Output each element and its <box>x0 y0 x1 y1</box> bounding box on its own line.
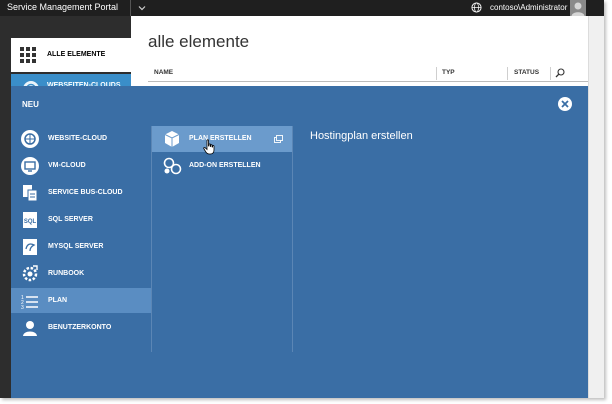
column-header-type[interactable]: TYP <box>442 69 455 76</box>
vm-cloud-icon <box>21 157 39 175</box>
globe-icon[interactable] <box>471 2 482 13</box>
column-divider <box>436 67 437 80</box>
svg-text:SQL: SQL <box>24 219 37 225</box>
category-label: BENUTZERKONTO <box>48 324 112 331</box>
portal-window: Service Management Portal contoso\Admini… <box>0 0 604 398</box>
vertical-scrollbar[interactable] <box>588 16 604 398</box>
page-title: alle elemente <box>148 32 250 51</box>
top-bar: Service Management Portal contoso\Admini… <box>0 0 604 16</box>
sub-item-create-addon[interactable]: ADD-ON ERSTELLEN <box>152 153 292 179</box>
website-cloud-icon <box>21 130 39 148</box>
service-bus-icon <box>23 185 38 202</box>
runbook-icon <box>22 265 38 282</box>
popout-icon[interactable] <box>274 135 283 143</box>
detail-title: Hostingplan erstellen <box>310 130 413 142</box>
new-drawer: NEU WEBSITE-CLOUD VM-CLOUD SERVICE BUS-C… <box>11 86 588 398</box>
column-header-status[interactable]: STATUS <box>514 69 539 76</box>
addon-icon <box>163 157 182 175</box>
svg-text:3: 3 <box>21 305 24 311</box>
user-silhouette-icon <box>571 2 585 16</box>
sidebar-item-all-items[interactable]: ALLE ELEMENTE <box>11 38 131 72</box>
hand-pointer-icon <box>203 139 215 155</box>
sql-server-icon: SQL <box>23 212 37 228</box>
box-icon <box>164 131 180 147</box>
category-sql-server[interactable]: SQL SQL SERVER <box>11 207 151 232</box>
column-header-name[interactable]: NAME <box>154 69 173 76</box>
portal-brand[interactable]: Service Management Portal <box>7 2 118 12</box>
category-website-cloud[interactable]: WEBSITE-CLOUD <box>11 126 151 151</box>
close-icon <box>561 100 569 108</box>
top-bar-divider <box>130 0 131 16</box>
category-runbook[interactable]: RUNBOOK <box>11 261 151 286</box>
plan-icon: 1 2 3 <box>21 295 38 311</box>
category-vm-cloud[interactable]: VM-CLOUD <box>11 153 151 178</box>
avatar[interactable] <box>570 0 586 16</box>
category-label: VM-CLOUD <box>48 162 86 169</box>
column-divider <box>292 126 293 352</box>
category-label: RUNBOOK <box>48 270 85 277</box>
category-label: SERVICE BUS-CLOUD <box>48 189 123 196</box>
category-mysql-server[interactable]: MYSQL SERVER <box>11 234 151 259</box>
sub-item-label: PLAN ERSTELLEN <box>189 135 252 142</box>
sub-item-create-plan[interactable]: PLAN ERSTELLEN <box>152 126 292 152</box>
category-plan[interactable]: 1 2 3 PLAN <box>11 288 151 313</box>
user-name[interactable]: contoso\Administrator <box>490 3 567 12</box>
category-label: MYSQL SERVER <box>48 243 104 250</box>
mysql-server-icon <box>23 239 37 255</box>
grid-icon <box>20 47 36 63</box>
chevron-down-icon[interactable] <box>137 3 147 13</box>
search-icon[interactable] <box>555 68 565 78</box>
category-label: PLAN <box>48 297 68 304</box>
category-service-bus-cloud[interactable]: SERVICE BUS-CLOUD <box>11 180 151 205</box>
user-account-icon <box>23 321 37 336</box>
column-divider <box>507 67 508 80</box>
category-label: WEBSITE-CLOUD <box>48 135 108 142</box>
sidebar-item-label: ALLE ELEMENTE <box>47 51 106 58</box>
category-user-account[interactable]: BENUTZERKONTO <box>11 315 151 340</box>
category-label: SQL SERVER <box>48 216 93 223</box>
close-button[interactable] <box>558 97 572 111</box>
new-drawer-title: NEU <box>22 100 39 109</box>
table-header-rule <box>148 81 588 82</box>
sub-item-label: ADD-ON ERSTELLEN <box>189 162 261 169</box>
column-divider <box>550 67 551 80</box>
